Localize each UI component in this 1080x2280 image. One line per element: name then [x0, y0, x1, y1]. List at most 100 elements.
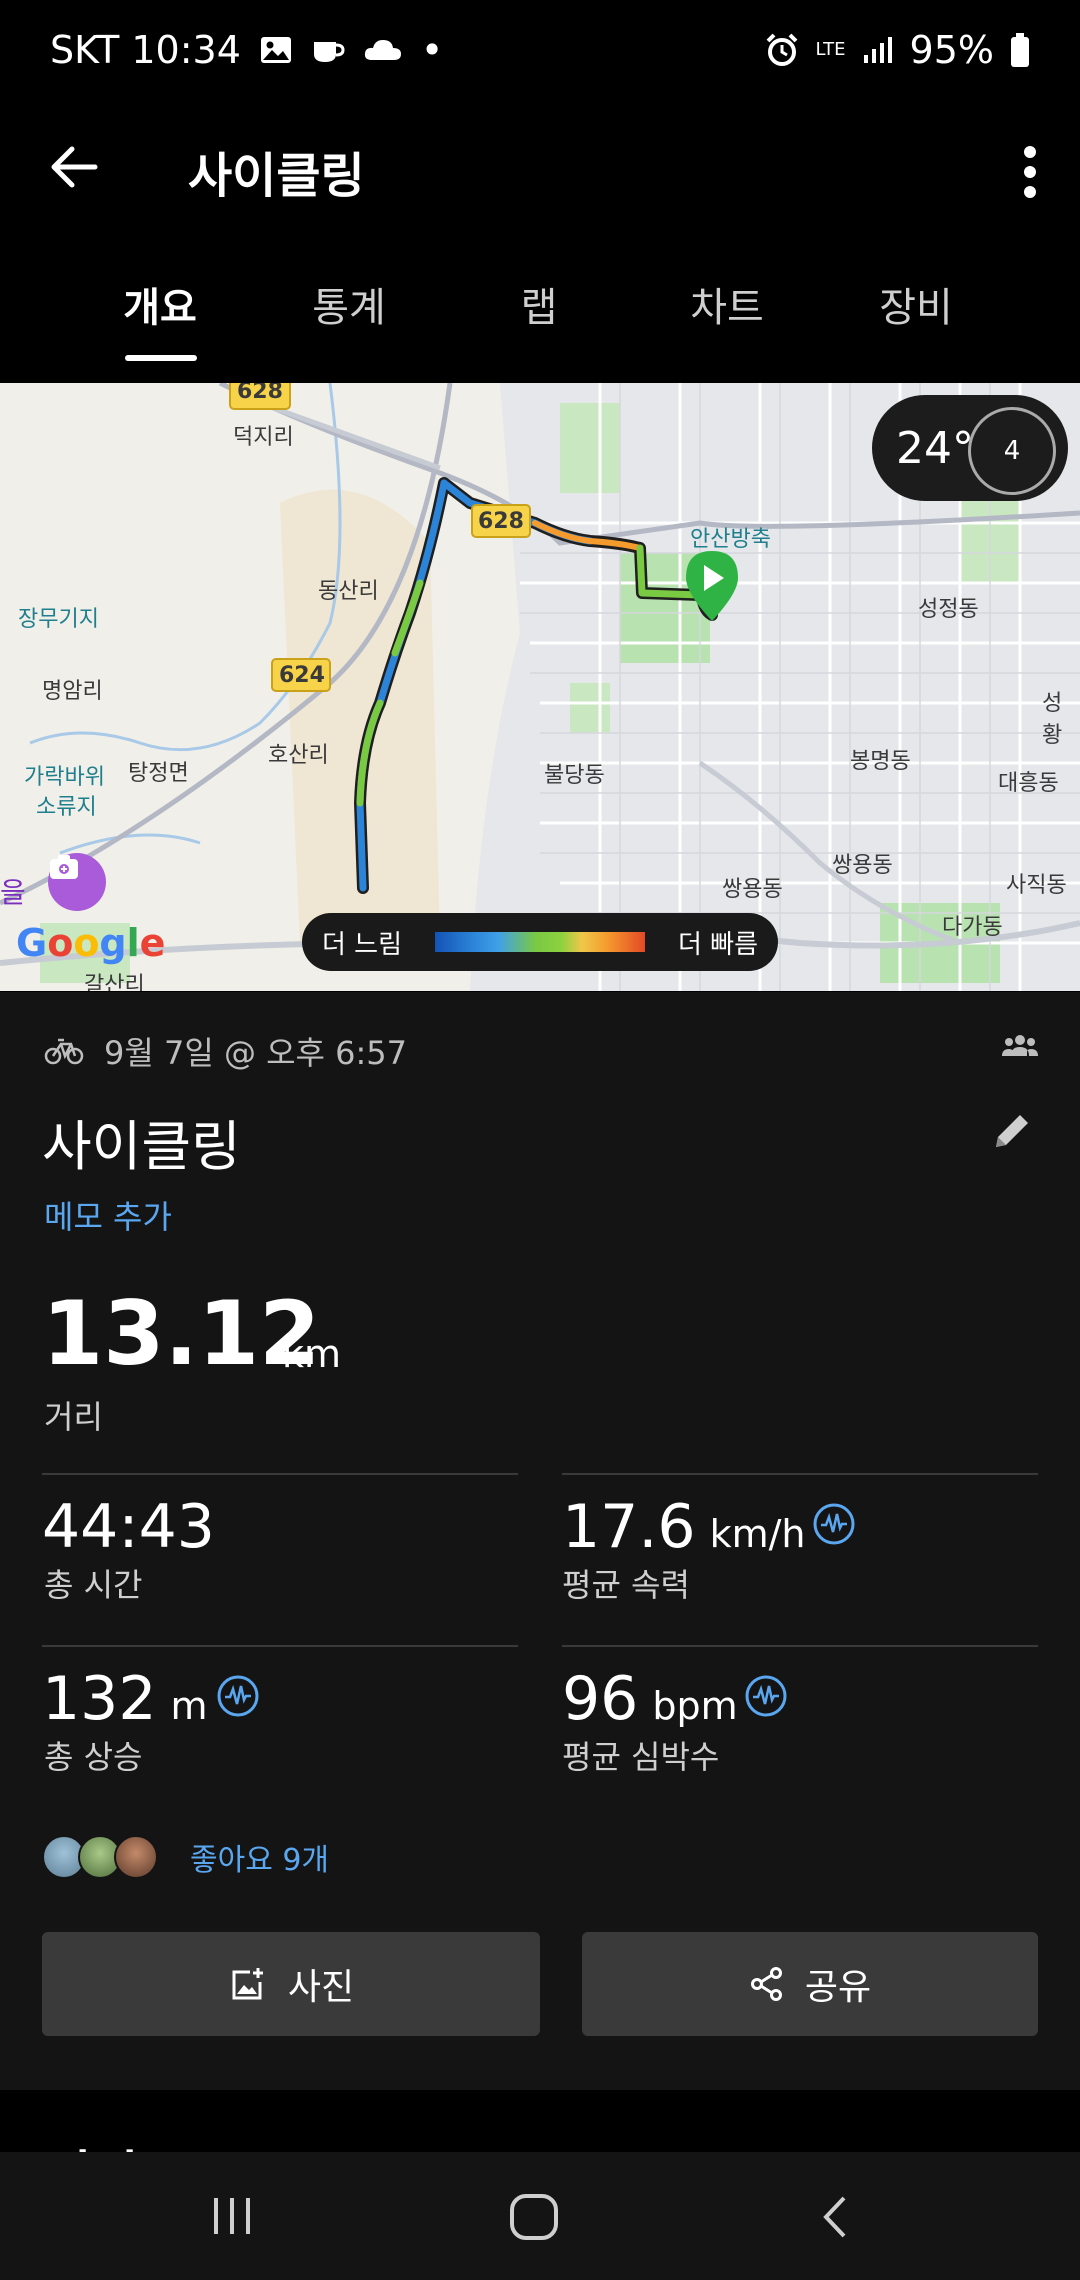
stat-value: 96	[562, 1664, 639, 1734]
carrier-time: SKT 10:34	[50, 28, 241, 72]
gallery-icon	[260, 37, 291, 63]
status-left: SKT 10:34 •	[50, 28, 443, 72]
group-button[interactable]	[1000, 1030, 1040, 1064]
tab-gear[interactable]: 장비	[826, 275, 1006, 333]
network-label: LTE	[815, 39, 846, 60]
weather-badge[interactable]: 24° 4	[872, 395, 1068, 501]
tab-charts[interactable]: 차트	[637, 275, 817, 333]
status-dot: •	[420, 28, 444, 72]
google-logo: Google	[16, 921, 166, 965]
stat-label: 총 시간	[44, 1566, 143, 1604]
map-label-ansan: 안산방축	[690, 527, 771, 552]
heart-rate-chart-button[interactable]	[744, 1674, 788, 1722]
speed-chart-button[interactable]	[812, 1502, 856, 1550]
system-nav-bar	[0, 2152, 1080, 2280]
legend-fast-label: 더 빠름	[677, 929, 758, 960]
road-badge-624: 624	[279, 663, 325, 688]
map-label-daeheungdong: 대흥동	[998, 771, 1059, 796]
ascent-chart-button[interactable]	[216, 1674, 260, 1722]
map-label-seongjeongdong: 성정동	[918, 597, 979, 622]
legend-slow-label: 더 느림	[322, 929, 403, 960]
stat-total-time: 44:43	[42, 1492, 215, 1562]
weather-temp: 24°	[896, 422, 974, 474]
photo-marker-button[interactable]	[48, 853, 106, 911]
system-back-button[interactable]	[816, 2192, 856, 2246]
home-button[interactable]	[508, 2192, 560, 2246]
map-label-eul-edge: 을	[0, 876, 26, 909]
tab-overview[interactable]: 개요	[70, 275, 250, 333]
activity-date: 9월 7일 @ 오후 6:57	[104, 1034, 408, 1072]
arrow-left-icon	[51, 146, 98, 188]
weather-count-badge: 4	[968, 407, 1056, 495]
add-photo-button[interactable]: 사진	[42, 1932, 540, 2036]
distance-value: 13.12	[42, 1282, 321, 1385]
divider	[42, 1473, 518, 1475]
more-options-button[interactable]	[1000, 130, 1060, 210]
avatar	[114, 1835, 158, 1879]
add-memo-link[interactable]: 메모 추가	[44, 1192, 172, 1238]
chevron-left-icon	[823, 2196, 846, 2238]
recent-apps-icon	[214, 2198, 250, 2234]
map-label-bongmyeongdong: 봉명동	[850, 749, 911, 774]
map-label-dongsanri: 동산리	[318, 579, 379, 604]
more-vert-icon	[1024, 146, 1036, 198]
likes-count: 좋아요 9개	[190, 1843, 330, 1878]
battery-percent: 95%	[909, 28, 994, 72]
map-label-galsanri: 갈산리	[84, 973, 145, 991]
map-label-jangmugiji: 장무기지	[18, 607, 99, 632]
bicycle-icon	[44, 1038, 84, 1065]
status-right: LTE 95%	[764, 28, 1030, 72]
distance-label: 거리	[44, 1398, 103, 1436]
map-label-myeongamri: 명암리	[42, 679, 103, 704]
cloud-icon	[364, 40, 401, 60]
stat-unit: km/h	[709, 1512, 806, 1556]
map-label-dagadong: 다가동	[942, 915, 1003, 940]
activity-summary-card: 9월 7일 @ 오후 6:57 사이클링 메모 추가 13.12 km 거리 4…	[0, 992, 1080, 2090]
map-label-seong-edge: 성황	[1042, 691, 1063, 748]
waveform-icon	[745, 1675, 787, 1717]
waveform-icon	[217, 1675, 259, 1717]
edit-button[interactable]	[988, 1107, 1036, 1159]
battery-icon	[1011, 33, 1029, 67]
back-button[interactable]	[40, 132, 110, 202]
tab-laps[interactable]: 랩	[449, 275, 629, 333]
stat-avg-speed: 17.6 km/h	[562, 1492, 806, 1562]
stat-total-ascent: 132 m	[42, 1664, 208, 1734]
map-label-tangjeongmyeon: 탕정면	[128, 761, 189, 786]
stat-label: 평균 속력	[562, 1566, 690, 1604]
map-label-buldangdong: 불당동	[544, 763, 605, 788]
rating-section-peek: 평가	[0, 2090, 1080, 2155]
add-photo-icon	[232, 1968, 263, 2000]
app-bar: 사이클링	[0, 110, 1080, 260]
stat-value: 17.6	[562, 1492, 696, 1562]
speed-gradient-bar	[435, 932, 645, 952]
share-icon	[750, 1967, 782, 2001]
page-title: 사이클링	[188, 148, 365, 204]
share-label: 공유	[804, 1967, 872, 2008]
waveform-icon	[813, 1503, 855, 1545]
share-button[interactable]: 공유	[582, 1932, 1038, 2036]
likes-row[interactable]: 좋아요 9개	[42, 1835, 329, 1879]
distance-unit: km	[282, 1332, 342, 1376]
map-label-soryuji: 소류지	[36, 795, 97, 820]
active-tab-indicator	[125, 355, 197, 361]
stat-unit: m	[170, 1684, 208, 1728]
tab-bar: 개요 통계 랩 차트 장비	[0, 245, 1080, 365]
add-photo-label: 사진	[287, 1967, 355, 2008]
road-badge-628-top: 628	[237, 383, 283, 404]
pencil-icon	[996, 1115, 1028, 1147]
recent-apps-button[interactable]	[208, 2192, 256, 2244]
map-label-gharakbawi: 가락바위	[24, 765, 105, 790]
signal-icon	[863, 37, 892, 63]
stat-value: 44:43	[42, 1492, 215, 1562]
group-icon	[1002, 1035, 1038, 1056]
map-label-hosanri: 호산리	[268, 743, 329, 768]
tab-stats[interactable]: 통계	[259, 275, 439, 333]
map-label-ssangyongdong-west: 쌍용동	[722, 877, 783, 902]
stat-value: 132	[42, 1664, 157, 1734]
alarm-icon	[766, 33, 797, 66]
divider	[562, 1645, 1038, 1647]
route-map[interactable]: 628 628 624 덕지리 안산방축 장무기지 동산리 성정동 명암리 호산…	[0, 383, 1080, 991]
status-bar: SKT 10:34 • LTE 95%	[0, 0, 1080, 110]
camera-add-icon	[50, 855, 78, 879]
